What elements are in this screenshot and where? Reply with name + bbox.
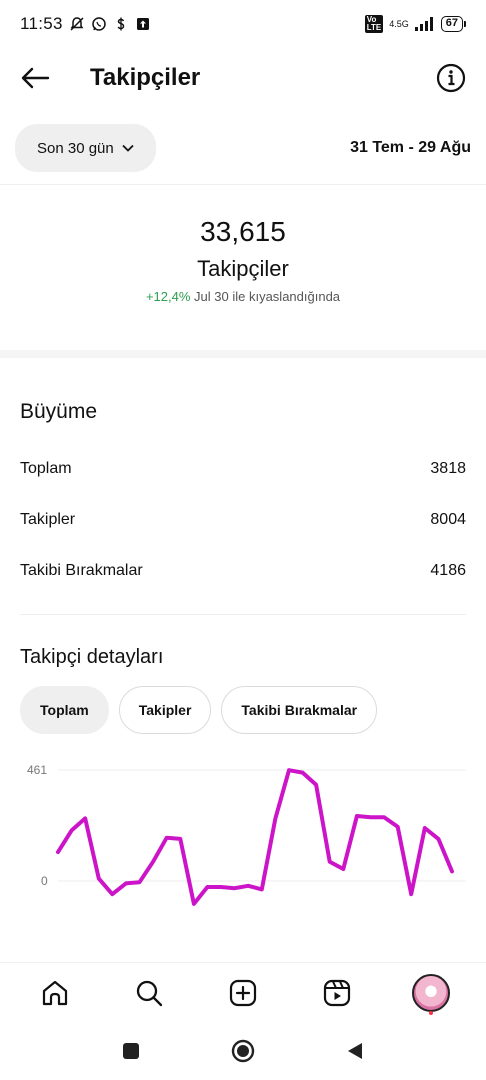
- upload-icon: [136, 18, 149, 30]
- back-button[interactable]: [20, 63, 50, 93]
- section-divider: [0, 350, 486, 358]
- divider: [20, 614, 466, 615]
- page-header: Takipçiler: [0, 48, 486, 108]
- whatsapp-icon: [92, 17, 106, 31]
- growth-title: Büyüme: [20, 400, 98, 423]
- system-nav: [0, 1022, 486, 1080]
- comparison-text: Jul 30 ile kıyaslandığında: [194, 289, 341, 304]
- date-range-text: 31 Tem - 29 Ağu: [350, 139, 471, 156]
- battery-level: 67: [440, 16, 463, 32]
- info-icon: [436, 63, 466, 93]
- date-filter-row: Son 30 gün 31 Tem - 29 Ağu: [0, 120, 486, 176]
- square-icon: [123, 1043, 139, 1059]
- filter-unfollows[interactable]: Takibi Bırakmalar: [221, 686, 378, 734]
- reels-icon: [323, 979, 351, 1006]
- filter-total[interactable]: Toplam: [20, 686, 109, 734]
- follower-comparison: +12,4% Jul 30 ile kıyaslandığında: [0, 284, 486, 310]
- divider: [0, 184, 486, 185]
- growth-row-label: Takipler: [20, 511, 76, 528]
- growth-row-value: 8004: [430, 511, 466, 528]
- nav-create[interactable]: [219, 969, 267, 1017]
- status-bar: 11:53 Vo LTE 4.5G 67: [0, 0, 486, 48]
- nav-reels[interactable]: [313, 969, 361, 1017]
- info-button[interactable]: [436, 63, 466, 93]
- growth-row-total: Toplam 3818: [20, 460, 466, 478]
- growth-row-follows: Takipler 8004: [20, 511, 466, 529]
- recents-button[interactable]: [119, 1039, 143, 1063]
- circle-icon: [231, 1039, 255, 1063]
- series-line-total: [56, 768, 454, 906]
- signal-icon: [414, 17, 433, 31]
- triangle-back-icon: [348, 1043, 362, 1059]
- growth-row-value: 4186: [430, 562, 466, 579]
- search-icon: [136, 980, 163, 1006]
- growth-row-label: Takibi Bırakmalar: [20, 562, 143, 579]
- date-range-dropdown-label: Son 30 gün: [37, 139, 114, 157]
- home-icon: [42, 980, 68, 1005]
- status-notification-icons: [69, 16, 151, 32]
- profile-avatar: [412, 973, 450, 1012]
- follower-label: Takipçiler: [197, 256, 289, 281]
- page-title: Takipçiler: [90, 64, 201, 91]
- nav-profile[interactable]: [407, 969, 455, 1017]
- details-filter-group: Toplam Takipler Takibi Bırakmalar: [20, 686, 378, 734]
- date-range-dropdown[interactable]: Son 30 gün: [15, 124, 156, 172]
- growth-row-label: Toplam: [20, 460, 72, 477]
- create-icon: [229, 979, 257, 1006]
- nav-search[interactable]: [125, 969, 173, 1017]
- back-nav-button[interactable]: [343, 1039, 367, 1063]
- network-indicator: 4.5G: [389, 18, 409, 29]
- dollar-icon: [117, 17, 125, 31]
- nav-home[interactable]: [31, 969, 79, 1017]
- follower-line-chart: 461 0: [27, 763, 466, 906]
- change-percent: +12,4%: [145, 289, 191, 304]
- arrow-left-icon: [21, 67, 50, 89]
- details-title: Takipçi detayları: [20, 646, 164, 668]
- bottom-nav: [0, 962, 486, 1022]
- volte-icon: Vo LTE: [364, 15, 384, 33]
- bell-off-icon: [70, 17, 84, 31]
- filter-follows[interactable]: Takipler: [118, 686, 212, 734]
- home-button[interactable]: [231, 1039, 255, 1063]
- status-time: 11:53: [20, 14, 63, 33]
- y-tick-label: 461: [27, 763, 47, 777]
- growth-row-value: 3818: [430, 460, 466, 477]
- chevron-down-icon: [122, 144, 134, 152]
- follower-summary: 33,615 Takipçiler +12,4% Jul 30 ile kıya…: [0, 210, 486, 310]
- y-tick-label: 0: [41, 874, 48, 888]
- status-system-icons: Vo LTE 4.5G 67: [364, 15, 466, 33]
- follower-count: 33,615: [200, 216, 286, 247]
- growth-row-unfollows: Takibi Bırakmalar 4186: [20, 562, 466, 580]
- notification-dot: [429, 1010, 433, 1015]
- battery-icon: 67: [440, 16, 466, 32]
